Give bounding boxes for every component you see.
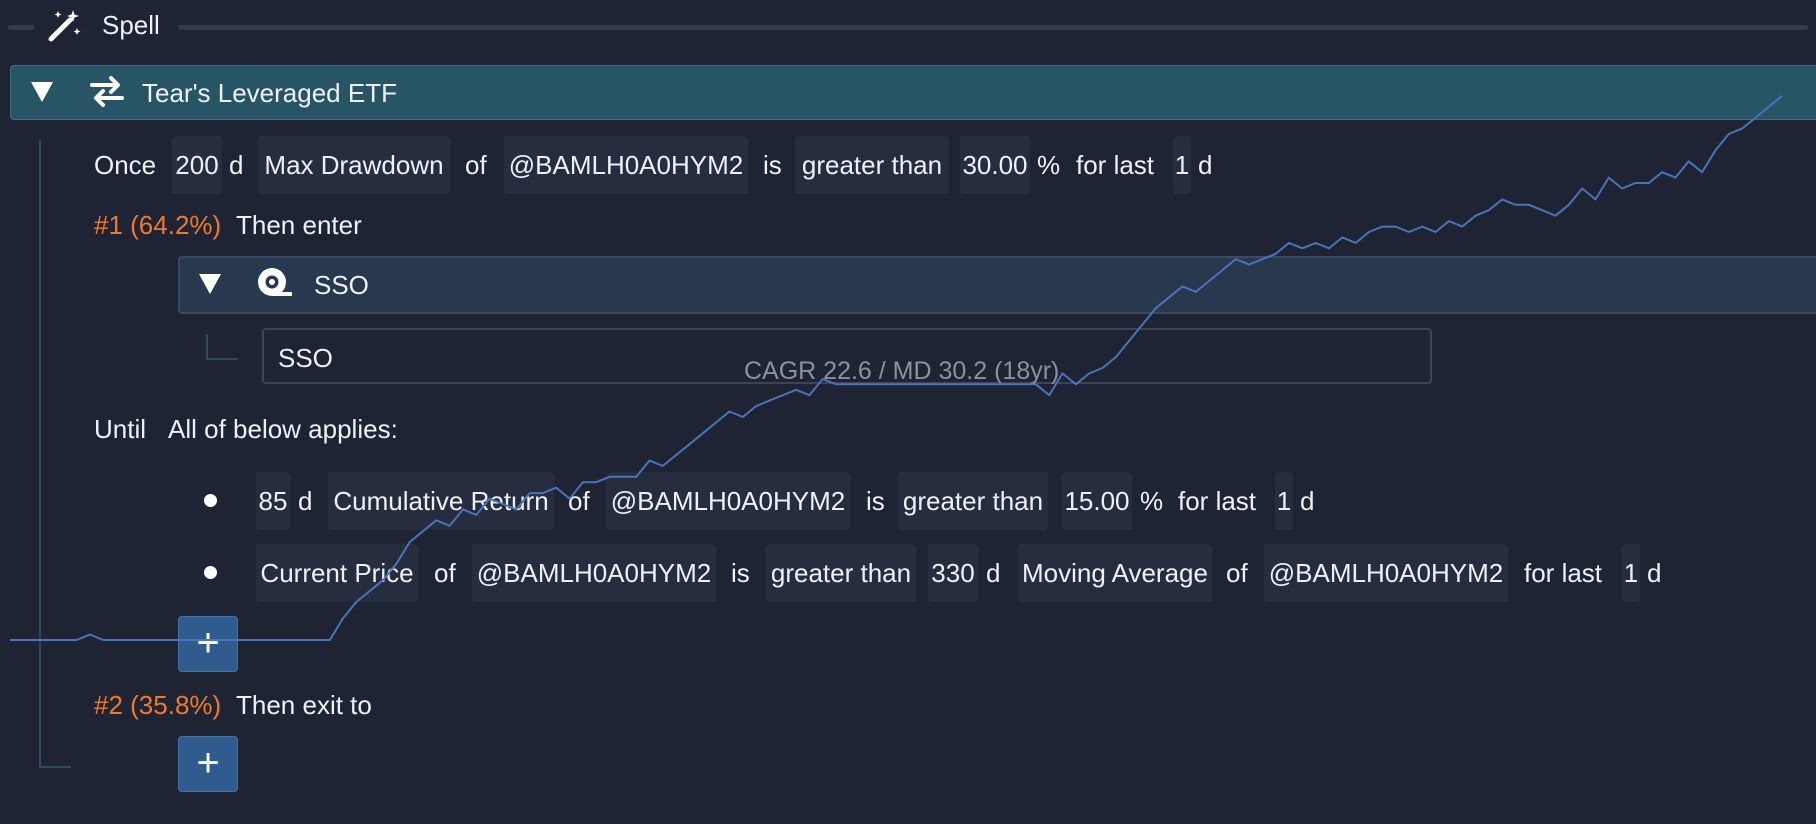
equity-curve-line bbox=[10, 95, 1783, 641]
equity-curve-chart bbox=[10, 95, 1783, 641]
